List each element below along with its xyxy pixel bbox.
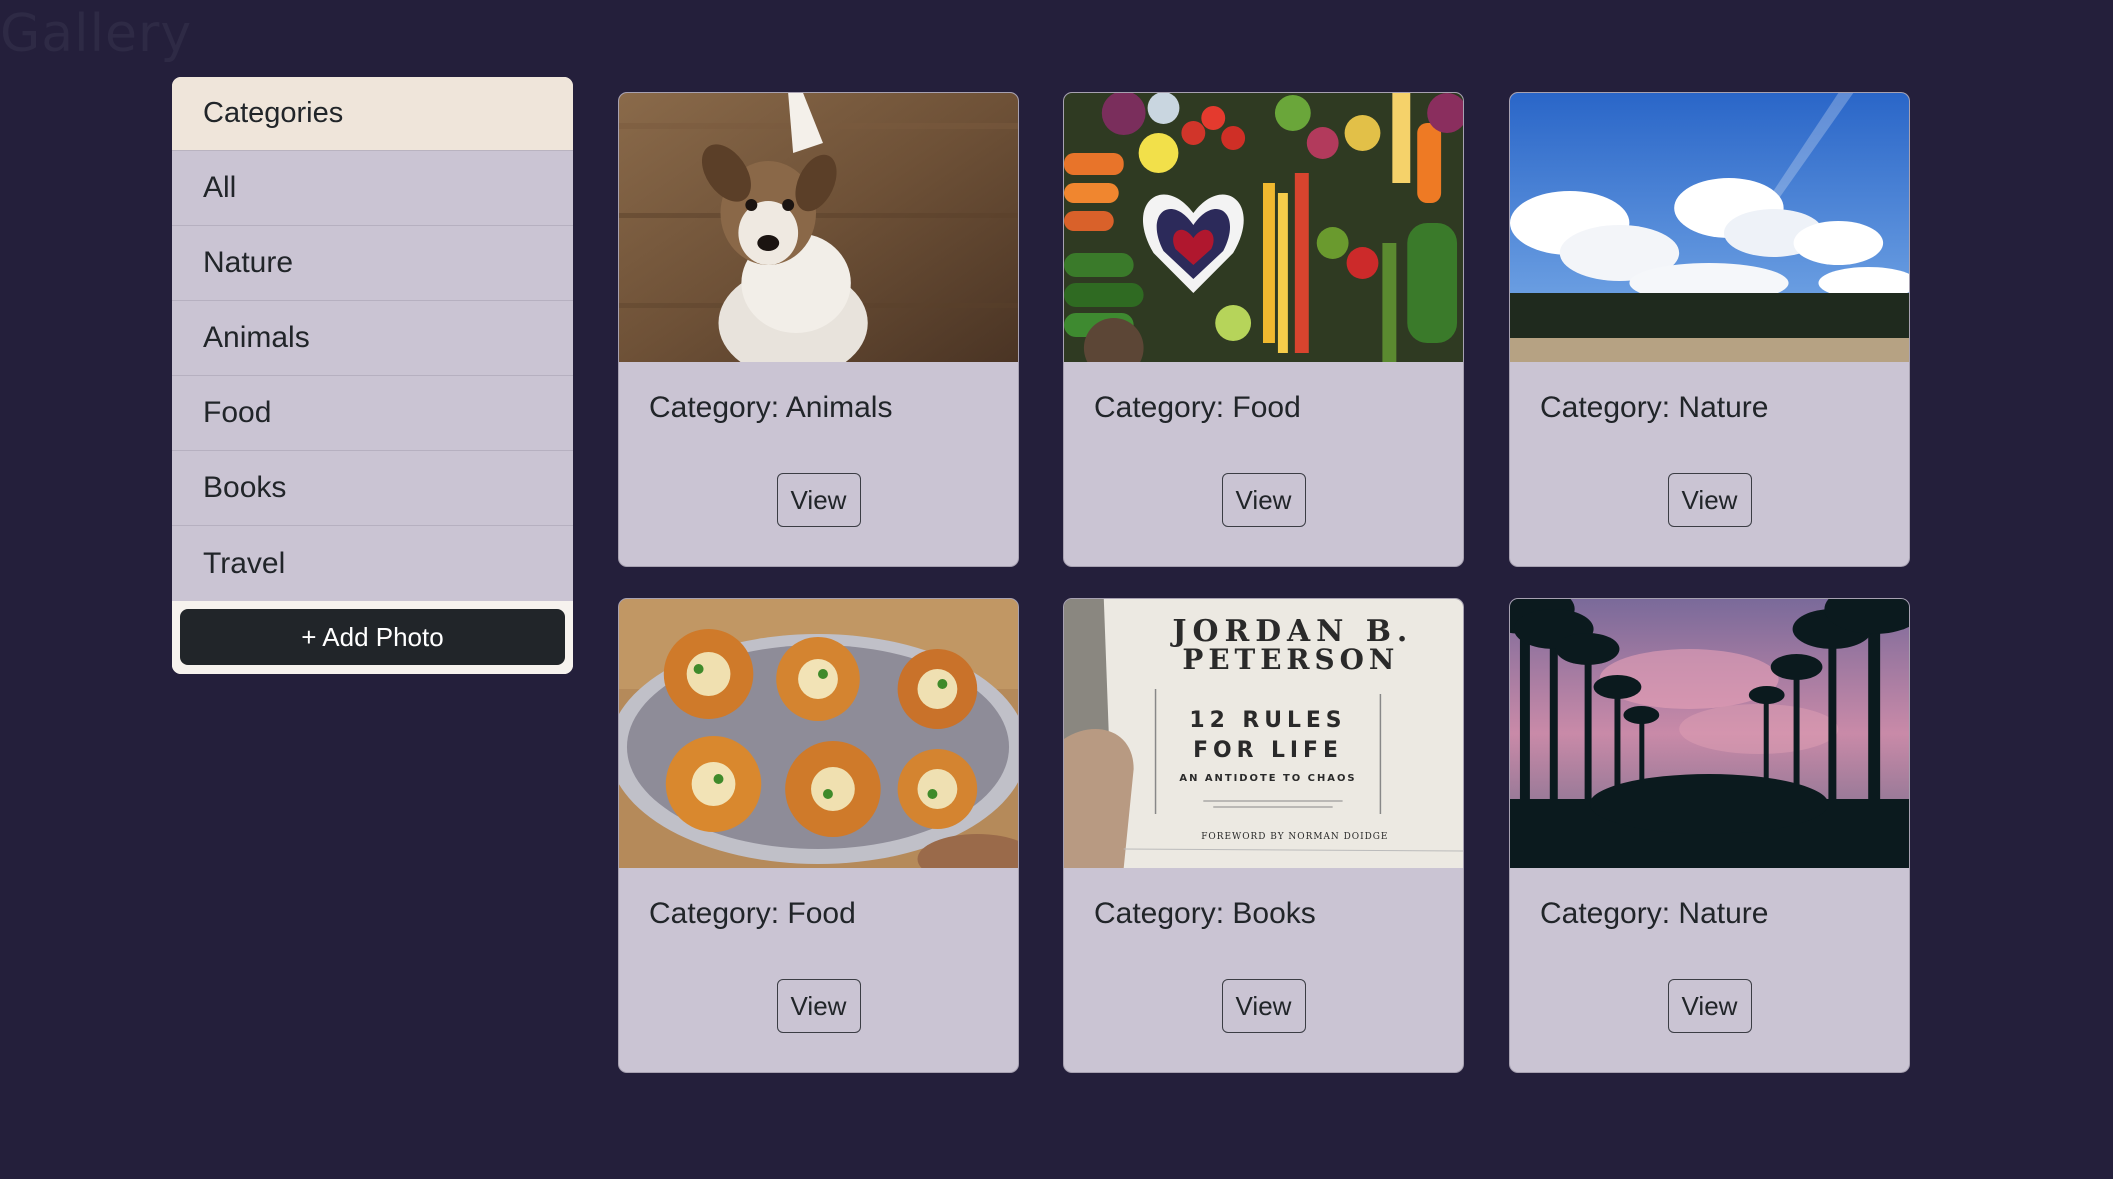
view-button[interactable]: View (1667, 473, 1752, 527)
pani-puri-photo[interactable] (619, 599, 1018, 868)
sidebar-header: Categories (172, 77, 573, 151)
categories-sidebar: Categories All Nature Animals Food Books… (172, 77, 573, 674)
photo-card: Category: Nature View (1509, 92, 1910, 567)
sidebar-item-nature[interactable]: Nature (172, 226, 573, 301)
sidebar-item-food[interactable]: Food (172, 376, 573, 451)
card-category-label: Category: Nature (1540, 391, 1769, 424)
book-cover-photo[interactable]: JORDAN B. PETERSON 12 RULES FOR LIFE AN … (1064, 599, 1463, 868)
sky-clouds-photo[interactable] (1510, 93, 1909, 362)
sidebar-item-all[interactable]: All (172, 151, 573, 226)
view-button[interactable]: View (776, 979, 861, 1033)
photo-card: Category: Animals View (618, 92, 1019, 567)
puppy-photo[interactable] (619, 93, 1018, 362)
card-category-label: Category: Nature (1540, 897, 1769, 930)
add-photo-button[interactable]: + Add Photo (180, 609, 565, 665)
card-category-label: Category: Food (649, 897, 856, 930)
book-title-line1: 12 RULES (1189, 708, 1346, 733)
sidebar-item-books[interactable]: Books (172, 451, 573, 526)
photo-card: Category: Food View (1063, 92, 1464, 567)
sidebar-item-travel[interactable]: Travel (172, 526, 573, 601)
card-category-label: Category: Books (1094, 897, 1316, 930)
card-category-label: Category: Animals (649, 391, 893, 424)
view-button[interactable]: View (1221, 473, 1306, 527)
photo-card: Category: Nature View (1509, 598, 1910, 1073)
gallery-page: Gallery Categories All Nature Animals Fo… (0, 0, 2113, 1179)
view-button[interactable]: View (776, 473, 861, 527)
card-category-label: Category: Food (1094, 391, 1301, 424)
photo-card: JORDAN B. PETERSON 12 RULES FOR LIFE AN … (1063, 598, 1464, 1073)
book-subtitle: AN ANTIDOTE TO CHAOS (1179, 773, 1356, 784)
book-foreword: FOREWORD BY NORMAN DOIDGE (1201, 832, 1388, 842)
view-button[interactable]: View (1667, 979, 1752, 1033)
photo-card: Category: Food View (618, 598, 1019, 1073)
book-author-line2: PETERSON (1182, 643, 1399, 676)
palm-trees-photo[interactable] (1510, 599, 1909, 868)
sidebar-item-animals[interactable]: Animals (172, 301, 573, 376)
vegetables-photo[interactable] (1064, 93, 1463, 362)
sidebar-footer: + Add Photo (172, 601, 573, 674)
brand-logo: Gallery (0, 4, 193, 64)
book-title-line2: FOR LIFE (1193, 738, 1343, 763)
view-button[interactable]: View (1221, 979, 1306, 1033)
